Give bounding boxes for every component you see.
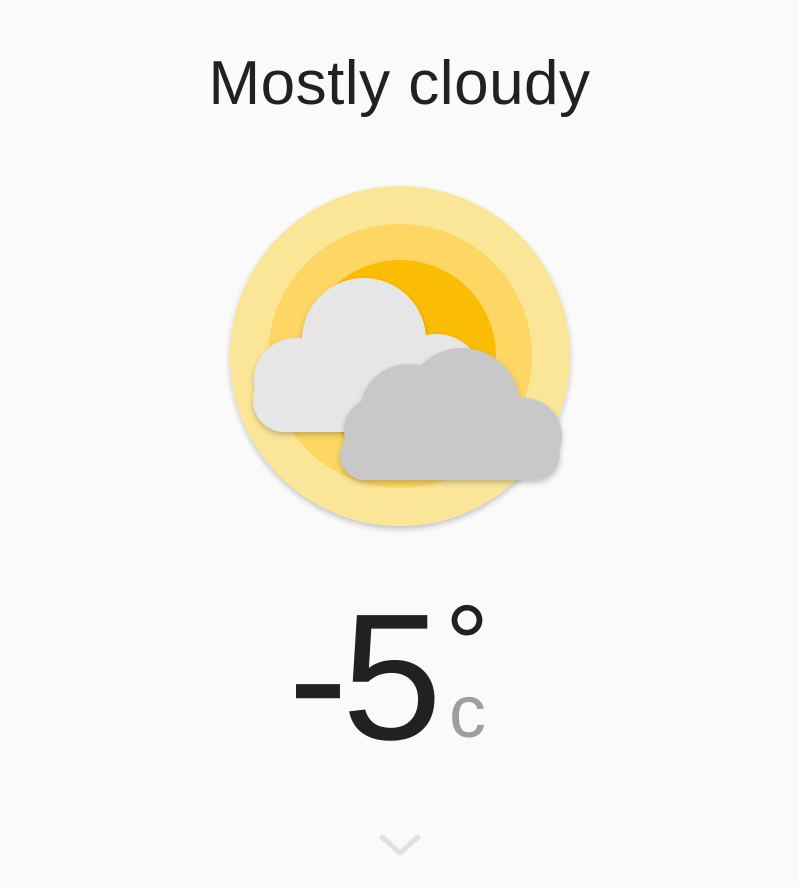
sun-behind-clouds-icon (226, 180, 576, 540)
temperature-display: -5 ° c (0, 577, 799, 778)
temperature-value: -5 (288, 577, 442, 778)
weather-card: Mostly cloudy -5 ° c (0, 0, 799, 887)
chevron-down-icon (379, 834, 421, 856)
expand-details-button[interactable] (370, 820, 430, 870)
weather-condition-label: Mostly cloudy (208, 49, 591, 118)
temperature-unit: c (449, 670, 486, 753)
